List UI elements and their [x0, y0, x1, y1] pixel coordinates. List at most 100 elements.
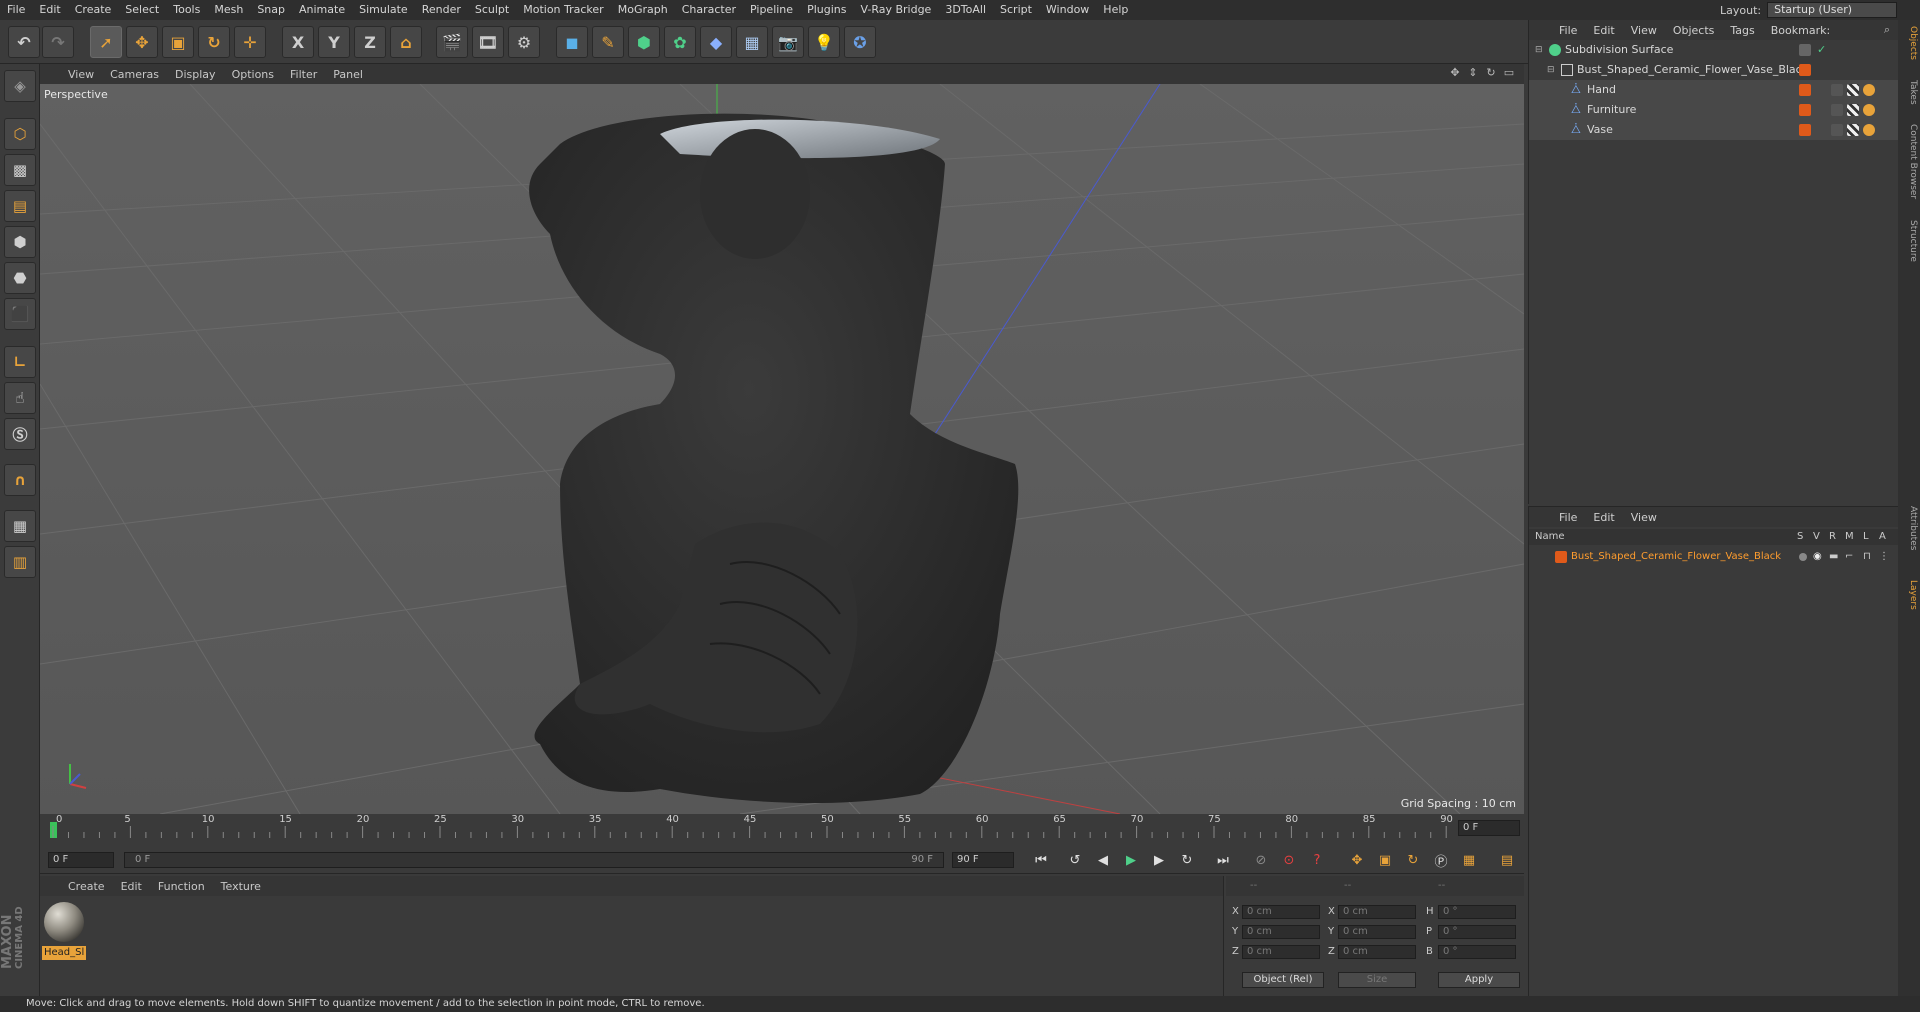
render-view-icon[interactable]: 🎬 — [436, 26, 468, 58]
object-row-hand[interactable]: ⧊ Hand — [1529, 80, 1899, 100]
solo-icon[interactable] — [1799, 553, 1807, 561]
uvw-tag-icon[interactable] — [1863, 124, 1875, 136]
menu-mesh[interactable]: Mesh — [207, 0, 250, 20]
key-parameter-icon[interactable]: Ⓟ — [1430, 850, 1452, 870]
render-icon[interactable]: ▬ — [1829, 551, 1841, 563]
key-pla-icon[interactable]: ▦ — [1458, 850, 1480, 870]
timeline-window-icon[interactable]: ▤ — [1496, 850, 1518, 870]
material-menu-function[interactable]: Function — [150, 880, 213, 893]
viewport-menu-cameras[interactable]: Cameras — [102, 68, 167, 81]
uvw-tag-icon[interactable] — [1863, 104, 1875, 116]
layout-dropdown[interactable]: Startup (User) — [1767, 2, 1898, 18]
manager-icon[interactable]: ⌐ — [1845, 551, 1857, 563]
search-icon[interactable]: ⌕ — [1884, 23, 1890, 37]
object-row-subdivision-surface[interactable]: ⊟ Subdivision Surface ✓ — [1529, 40, 1899, 60]
rot-b-field[interactable]: 0 ° — [1438, 945, 1516, 959]
menu-mograph[interactable]: MoGraph — [611, 0, 675, 20]
layer-color-tag[interactable] — [1799, 64, 1811, 76]
expand-icon[interactable]: ⊟ — [1535, 44, 1547, 56]
object-row-vase[interactable]: ⧊ Vase — [1529, 120, 1899, 140]
end-frame-field[interactable]: 90 F — [952, 852, 1014, 868]
menu-file[interactable]: File — [0, 0, 32, 20]
layer-row[interactable]: Bust_Shaped_Ceramic_Flower_Vase_Black ◉ … — [1529, 547, 1899, 567]
layermgr-menu-edit[interactable]: Edit — [1585, 511, 1622, 524]
material-tag-icon[interactable] — [1847, 84, 1859, 96]
material-name-label[interactable]: Head_Sl — [42, 946, 86, 960]
tab-takes[interactable]: Takes — [1900, 80, 1918, 105]
layer-color-tag[interactable] — [1799, 104, 1811, 116]
maximize-view-icon[interactable]: ▭ — [1502, 66, 1516, 80]
lock-icon[interactable]: ⊓ — [1863, 551, 1875, 563]
menu-3dtoall[interactable]: 3DToAll — [938, 0, 993, 20]
objmgr-menu-tags[interactable]: Tags — [1722, 24, 1762, 37]
menu-create[interactable]: Create — [68, 0, 119, 20]
python-icon[interactable]: ✪ — [844, 26, 876, 58]
scale-icon[interactable]: ▣ — [162, 26, 194, 58]
tab-objects[interactable]: Objects — [1900, 26, 1918, 60]
animation-icon[interactable]: ⋮ — [1879, 551, 1891, 563]
material-menu-texture[interactable]: Texture — [213, 880, 269, 893]
menu-vray-bridge[interactable]: V-Ray Bridge — [853, 0, 938, 20]
phong-tag-icon[interactable] — [1831, 104, 1843, 116]
menu-select[interactable]: Select — [118, 0, 166, 20]
rotate-icon[interactable]: ↻ — [198, 26, 230, 58]
objmgr-menu-view[interactable]: View — [1623, 24, 1665, 37]
key-scale-icon[interactable]: ▣ — [1374, 850, 1396, 870]
tab-attributes[interactable]: Attributes — [1900, 506, 1918, 550]
move-icon[interactable]: ✥ — [126, 26, 158, 58]
axis-x-button[interactable]: X — [282, 26, 314, 58]
key-rotation-icon[interactable]: ↻ — [1402, 850, 1424, 870]
render-settings-icon[interactable]: ⚙ — [508, 26, 540, 58]
object-row-bust-vase[interactable]: ⊟ Bust_Shaped_Ceramic_Flower_Vase_Black — [1529, 60, 1899, 80]
menu-snap[interactable]: Snap — [250, 0, 292, 20]
snap-icon[interactable]: Ⓢ — [4, 418, 36, 450]
material-thumbnail[interactable] — [44, 902, 84, 942]
menu-pipeline[interactable]: Pipeline — [743, 0, 800, 20]
eye-icon[interactable]: ◉ — [1813, 551, 1825, 563]
visibility-dots-icon[interactable] — [1799, 44, 1811, 56]
pan-icon[interactable]: ✥ — [1448, 66, 1462, 80]
objmgr-menu-file[interactable]: File — [1551, 24, 1585, 37]
pen-spline-icon[interactable]: ✎ — [592, 26, 624, 58]
menu-script[interactable]: Script — [993, 0, 1039, 20]
timeline-ruler[interactable]: 0 5 10 15 20 25 30 35 40 45 50 55 60 65 70 75 80 85 90 0 F — [40, 814, 1524, 844]
menu-render[interactable]: Render — [415, 0, 468, 20]
viewport-menu-options[interactable]: Options — [224, 68, 282, 81]
enabled-check-icon[interactable]: ✓ — [1817, 40, 1826, 60]
axis-z-button[interactable]: Z — [354, 26, 386, 58]
goto-end-icon[interactable]: ⏭ — [1212, 850, 1234, 870]
viewport-menu-view[interactable]: View — [60, 68, 102, 81]
menu-edit[interactable]: Edit — [32, 0, 67, 20]
size-z-field[interactable]: 0 cm — [1338, 945, 1416, 959]
floor-icon[interactable]: ▦ — [736, 26, 768, 58]
objmgr-menu-bookmark[interactable]: Bookmark: — [1763, 24, 1838, 37]
pos-x-field[interactable]: 0 cm — [1242, 905, 1320, 919]
size-mode-dropdown[interactable]: Size — [1338, 972, 1416, 988]
tab-content-browser[interactable]: Content Browser — [1900, 124, 1918, 199]
rot-p-field[interactable]: 0 ° — [1438, 925, 1516, 939]
perspective-viewport[interactable]: Perspective Grid Spacing : 10 cm — [40, 84, 1524, 814]
objmgr-menu-objects[interactable]: Objects — [1665, 24, 1723, 37]
tweak-mode-icon[interactable]: ☝ — [4, 382, 36, 414]
edges-mode-icon[interactable]: ⬣ — [4, 262, 36, 294]
coordinate-system-icon[interactable]: ⌂ — [390, 26, 422, 58]
material-menu-edit[interactable]: Edit — [113, 880, 150, 893]
model-mode-icon[interactable]: ⬡ — [4, 118, 36, 150]
record-keys-icon[interactable]: ⊘ — [1250, 850, 1272, 870]
menu-character[interactable]: Character — [675, 0, 743, 20]
layermgr-menu-file[interactable]: File — [1551, 511, 1585, 524]
autokey-icon[interactable]: ⊙ — [1278, 850, 1300, 870]
material-tag-icon[interactable] — [1847, 104, 1859, 116]
pos-y-field[interactable]: 0 cm — [1242, 925, 1320, 939]
current-frame-field[interactable]: 0 F — [1458, 820, 1520, 836]
size-y-field[interactable]: 0 cm — [1338, 925, 1416, 939]
make-editable-icon[interactable]: ◈ — [4, 70, 36, 102]
viewport-menu-filter[interactable]: Filter — [282, 68, 325, 81]
next-frame-icon[interactable]: ▶ — [1148, 850, 1170, 870]
magnet-icon[interactable]: ∩ — [4, 464, 36, 496]
viewport-menu-display[interactable]: Display — [167, 68, 224, 81]
redo-icon[interactable]: ↷ — [42, 26, 74, 58]
undo-icon[interactable]: ↶ — [8, 26, 40, 58]
menu-sculpt[interactable]: Sculpt — [468, 0, 516, 20]
rot-h-field[interactable]: 0 ° — [1438, 905, 1516, 919]
